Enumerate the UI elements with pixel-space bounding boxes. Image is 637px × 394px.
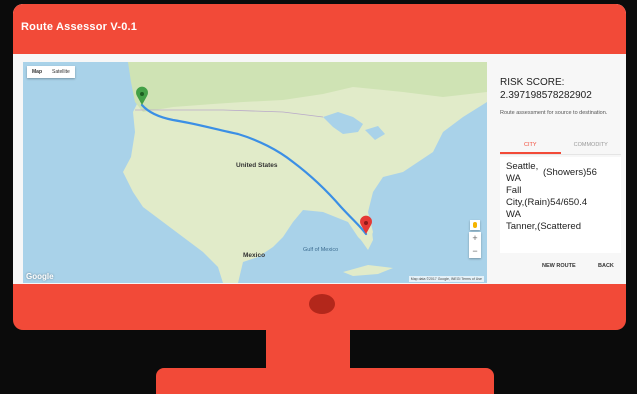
city-line: City,(Rain)54/650.4: [506, 197, 588, 208]
panel-tabs: CITY COMMODITY: [500, 138, 621, 155]
app-title: Route Assessor V-0.1: [21, 21, 138, 33]
zoom-in-button[interactable]: +: [469, 232, 481, 245]
city-list[interactable]: Seattle, WA (Showers)56 Fall City,(Rain)…: [500, 157, 621, 253]
street-view-icon[interactable]: [470, 220, 480, 230]
map-type-map[interactable]: Map: [27, 66, 47, 78]
risk-score-value: 2.397198578282902: [500, 90, 592, 101]
city-line: Tanner,(Scattered: [506, 221, 581, 232]
route-description: Route assessment for source to destinati…: [500, 110, 608, 116]
tab-commodity[interactable]: COMMODITY: [561, 138, 622, 154]
map-label-us: United States: [236, 162, 278, 169]
monitor-stand: [156, 368, 494, 394]
map-canvas: [23, 62, 487, 283]
city-line: Seattle,: [506, 161, 539, 172]
app-screen: Route Assessor V-0.1 Map Satellite Unite…: [13, 4, 626, 284]
cuba: [343, 265, 393, 276]
city-line: WA: [506, 173, 521, 184]
zoom-out-button[interactable]: −: [469, 245, 481, 258]
map-attribution[interactable]: Map data ©2017 Google, INEGI Terms of Us…: [408, 276, 484, 282]
back-button[interactable]: BACK: [598, 259, 614, 273]
city-line: (Showers)56: [543, 167, 597, 178]
map-label-gulf: Gulf of Mexico: [303, 247, 339, 253]
route-map[interactable]: Map Satellite United States Mexico Gulf …: [23, 62, 487, 283]
new-route-button[interactable]: NEW ROUTE: [542, 259, 576, 273]
panel-actions: NEW ROUTE BACK: [500, 259, 621, 273]
monitor-neck: [266, 330, 350, 370]
city-line: Fall: [506, 185, 522, 196]
app-header: Route Assessor V-0.1: [13, 4, 626, 54]
city-line: WA: [506, 209, 521, 220]
zoom-control[interactable]: + −: [469, 232, 481, 258]
map-label-mexico: Mexico: [243, 252, 266, 259]
tab-city[interactable]: CITY: [500, 138, 561, 154]
google-logo: Google: [26, 272, 54, 281]
assessment-panel: RISK SCORE: 2.397198578282902 Route asse…: [491, 54, 626, 284]
map-type-toggle[interactable]: Map Satellite: [27, 66, 75, 78]
power-button-icon: [309, 294, 335, 314]
monitor-frame: Route Assessor V-0.1 Map Satellite Unite…: [13, 4, 626, 330]
map-type-satellite[interactable]: Satellite: [47, 66, 75, 78]
main-content: Map Satellite United States Mexico Gulf …: [13, 54, 626, 284]
risk-score-label: RISK SCORE:: [500, 77, 565, 88]
